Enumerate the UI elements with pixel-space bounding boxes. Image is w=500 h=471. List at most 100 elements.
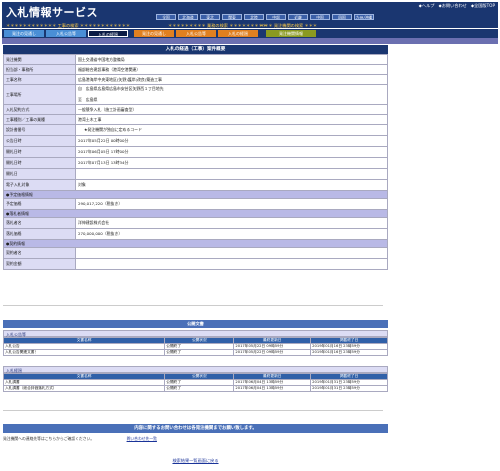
- row-value: 2017年07月13日 13時34分: [75, 157, 388, 169]
- status-cell: 公開終了: [164, 349, 235, 356]
- row-value: 290,017,220（税抜き）: [75, 198, 388, 210]
- detail-row: 予定価格 290,017,220（税抜き）: [3, 198, 388, 210]
- section-row: ●予定価格情報: [3, 190, 388, 199]
- row-value: 洋伸建設株式会社: [75, 217, 388, 229]
- detail-row: 落札価格 270,000,000（税抜き）: [3, 228, 388, 240]
- row-label: 開札日: [3, 168, 76, 180]
- section-winner: ●落札者情報: [3, 209, 388, 218]
- back-to-results-link[interactable]: 検索結果一覧画面に戻る: [3, 458, 388, 464]
- end-cell: 2019年01月31日 23時59分: [310, 385, 388, 392]
- help-link[interactable]: ◆ヘルプ: [418, 3, 436, 9]
- tab-construction-progress[interactable]: 入札の経過: [88, 30, 128, 37]
- updated-cell: 2017年05月22日 09時59分: [233, 349, 312, 356]
- group-title-progress: 入札経過: [3, 366, 388, 373]
- row-value: 2017年06月05日 17時00分: [75, 146, 388, 158]
- tab-service-outlook[interactable]: 発注の見通し: [134, 30, 174, 37]
- row-label: 公告日時: [3, 135, 76, 147]
- progress-table: 文書名称 公開状況 最終更新日 掲載終了日 入札調書 公開終了 2017年06月…: [2, 373, 388, 392]
- contact-banner: 内容に関するお問い合わせは各発注機関までお願い致します。: [3, 424, 388, 433]
- row-label: 工事名称: [3, 74, 76, 85]
- top-links: ◆ヘルプ ◆お問い合わせ ◆全国版TOP: [418, 3, 496, 9]
- contact-note: 発注機関への連絡先等はこちらからご確認ください。 問い合わせ先一覧: [3, 436, 157, 442]
- region-tab-kinki[interactable]: 近畿: [288, 14, 308, 20]
- tab-agency-info[interactable]: 発注機関情報: [266, 30, 316, 37]
- row-label: 開札日時: [3, 146, 76, 158]
- detail-row: 契約者名: [3, 247, 388, 259]
- region-tab-shikoku[interactable]: 四国: [332, 14, 352, 20]
- contact-list-link[interactable]: 問い合わせ先一覧: [127, 436, 157, 441]
- row-label: 開札日時: [3, 157, 76, 169]
- region-tab-chubu[interactable]: 中部: [266, 14, 286, 20]
- location-from: 自 広島県広島県広島市安芸区矢野西１丁目地先: [78, 86, 164, 91]
- row-label: 契約金額: [3, 258, 76, 270]
- section-contract: ●契約情報: [3, 239, 388, 248]
- table-row: 入札調書（総合評価落札方式） 公開終了 2017年06月04日 13時59分 2…: [2, 385, 388, 392]
- row-label: 入札契約方式: [3, 104, 76, 115]
- tab-construction-outlook[interactable]: 発注の見通し: [4, 30, 44, 37]
- detail-row: 電子入札対象 対象: [3, 179, 388, 191]
- updated-cell: 2017年06月04日 13時59分: [233, 385, 312, 392]
- region-nav: 全国 北海道 東北 関東 北陸 中部 近畿 中国 四国 九州/沖縄: [156, 14, 374, 20]
- detail-title: 入札の経過（工事）案件概要: [3, 45, 388, 54]
- section-row: ●落札者情報: [3, 209, 388, 218]
- section-estimated-price: ●予定価格情報: [3, 190, 388, 199]
- row-label: 契約者名: [3, 247, 76, 259]
- row-label: 発注機関: [3, 54, 76, 65]
- row-label: 予定価格: [3, 198, 76, 210]
- detail-row: 開札日時 2017年07月13日 13時34分: [3, 157, 388, 169]
- section-row: ●契約情報: [3, 239, 388, 248]
- row-value: 270,000,000（税抜き）: [75, 228, 388, 240]
- row-value: 広島港海岸中央東地区(矢野)護岸(改良)築造工事: [75, 74, 388, 85]
- doc-name-cell[interactable]: 入札公告関連文書！: [2, 349, 166, 356]
- end-cell: 2019年01月16日 23時59分: [310, 349, 388, 356]
- detail-row: 契約金額: [3, 258, 388, 270]
- tab-service-progress[interactable]: 入札の経過: [218, 30, 258, 37]
- row-value: ★発注機関が独自に定めるコード: [75, 124, 388, 136]
- region-tab-national[interactable]: 全国: [156, 14, 176, 20]
- detail-row: 入札契約方式 一般競争入札（施工計画審査型）: [3, 104, 388, 115]
- doc-name-cell[interactable]: 入札調書（総合評価落札方式）: [2, 385, 166, 392]
- region-tab-hokkaido[interactable]: 北海道: [178, 14, 198, 20]
- notices-table: 文書名称 公開状況 最終更新日 掲載終了日 入札公告 公開終了 2017年05月…: [2, 337, 388, 356]
- detail-row: 開札日: [3, 168, 388, 180]
- tab-service-notice[interactable]: 入札公告等: [176, 30, 216, 37]
- national-top-link[interactable]: ◆全国版TOP: [470, 3, 496, 9]
- row-value: 港湾土木工事: [75, 114, 388, 125]
- header-strip: [2, 38, 498, 44]
- region-tab-kanto[interactable]: 関東: [222, 14, 242, 20]
- contact-link[interactable]: ◆お問い合わせ: [437, 3, 467, 9]
- detail-row: 設計書番号 ★発注機関が独自に定めるコード: [3, 124, 388, 136]
- detail-row: 工事名称 広島港海岸中央東地区(矢野)護岸(改良)築造工事: [3, 74, 388, 85]
- detail-row: 担当部・事務所 福部総合建設事務（港湾空港関連）: [3, 64, 388, 75]
- row-value: 一般競争入札（施工計画審査型）: [75, 104, 388, 115]
- row-value: 福部総合建設事務（港湾空港関連）: [75, 64, 388, 75]
- row-value: 自 広島県広島県広島市安芸区矢野西１丁目地先至 広島県: [75, 84, 388, 105]
- contact-note-text: 発注機関への連絡先等はこちらからご確認ください。: [3, 436, 95, 441]
- row-label: 設計書番号: [3, 124, 76, 136]
- region-tab-tohoku[interactable]: 東北: [200, 14, 220, 20]
- public-docs-title: 公開文書: [3, 320, 388, 328]
- row-label: 落札者名: [3, 217, 76, 229]
- row-value: [75, 258, 388, 270]
- row-label: 電子入札対象: [3, 179, 76, 191]
- tab-construction-notice[interactable]: 入札公告等: [46, 30, 86, 37]
- detail-row: 発注機関 国土交通省中国地方整備局: [3, 54, 388, 65]
- row-label: 担当部・事務所: [3, 64, 76, 75]
- location-to: 至 広島県: [78, 97, 98, 102]
- detail-row: 落札者名 洋伸建設株式会社: [3, 217, 388, 229]
- region-tab-chugoku[interactable]: 中国: [310, 14, 330, 20]
- row-value: 対象: [75, 179, 388, 191]
- detail-table: 発注機関 国土交通省中国地方整備局 担当部・事務所 福部総合建設事務（港湾空港関連）…: [3, 54, 388, 270]
- region-tab-kyushu[interactable]: 九州/沖縄: [354, 14, 374, 20]
- divider: [3, 410, 383, 411]
- detail-row: 工事場所自 広島県広島県広島市安芸区矢野西１丁目地先至 広島県: [3, 84, 388, 105]
- row-value: [75, 168, 388, 180]
- region-tab-hokuriku[interactable]: 北陸: [244, 14, 264, 20]
- row-value: [75, 247, 388, 259]
- row-label: 工事場所: [3, 84, 76, 105]
- detail-row: 工事種別／工事の業種 港湾土木工事: [3, 114, 388, 125]
- site-logo[interactable]: 入札情報サービス: [6, 4, 98, 20]
- design-number-note: ★発注機関が独自に定めるコード: [84, 127, 142, 132]
- divider: [3, 305, 383, 306]
- site-header: 入札情報サービス ◆ヘルプ ◆お問い合わせ ◆全国版TOP 全国 北海道 東北 …: [2, 2, 498, 28]
